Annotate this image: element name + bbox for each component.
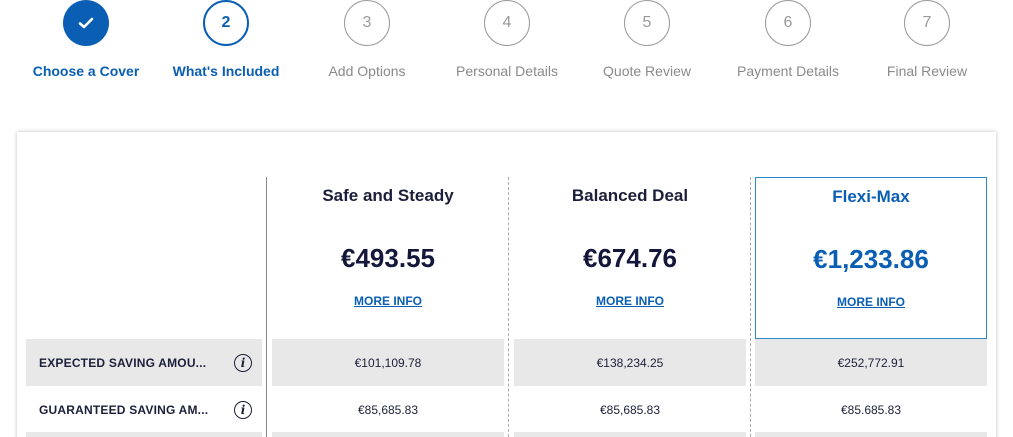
check-icon [63, 0, 109, 46]
plan-comparison-card: Safe and Steady €493.55 MORE INFO Balanc… [17, 132, 996, 437]
table-row-partial [514, 432, 746, 437]
plan-column-safe-and-steady[interactable]: Safe and Steady €493.55 MORE INFO [272, 177, 504, 339]
step-label: Final Review [886, 63, 968, 79]
step-label: Payment Details [737, 63, 839, 79]
plan-name: Flexi-Max [832, 187, 910, 206]
step-label: Personal Details [456, 63, 558, 79]
step-number: 6 [765, 0, 811, 46]
step-label: What's Included [172, 63, 280, 79]
column-divider [750, 177, 751, 437]
step-number: 5 [624, 0, 670, 46]
table-cell: €85,685.83 [599, 402, 661, 417]
step-number: 3 [344, 0, 390, 46]
column-divider [508, 177, 509, 437]
table-cell: €138,234.25 [514, 339, 746, 386]
progress-stepper: Choose a Cover 2 What's Included 3 Add O… [0, 0, 1013, 100]
row-label-text: GUARANTEED SAVING AM... [39, 402, 209, 417]
more-info-link[interactable]: MORE INFO [756, 295, 986, 309]
table-cell: €252,772.91 [755, 339, 987, 386]
table-cell: €85.685.83 [840, 402, 902, 417]
column-divider [266, 177, 267, 437]
table-row-partial [26, 432, 262, 437]
info-icon[interactable]: i [234, 353, 252, 372]
plan-name: Safe and Steady [322, 186, 454, 205]
row-label-expected-saving: EXPECTED SAVING AMOU... i [26, 339, 262, 386]
info-icon[interactable]: i [234, 400, 252, 419]
row-label-text: EXPECTED SAVING AMOU... [39, 355, 207, 370]
step-label: Add Options [328, 63, 406, 79]
table-row-partial [272, 432, 504, 437]
plan-column-flexi-max[interactable]: Flexi-Max €1,233.86 MORE INFO [755, 177, 987, 339]
plan-price: €493.55 [341, 243, 435, 273]
plan-name: Balanced Deal [571, 186, 689, 205]
step-number: 7 [904, 0, 950, 46]
table-cell: €85,685.83 [357, 402, 419, 417]
row-label-guaranteed-saving: GUARANTEED SAVING AM... i [26, 386, 262, 433]
plan-price: €674.76 [583, 243, 677, 273]
more-info-link[interactable]: MORE INFO [272, 294, 504, 308]
table-row-partial [755, 432, 987, 437]
table-cell: €101,109.78 [272, 339, 504, 386]
plan-price: €1,233.86 [813, 244, 929, 274]
step-number: 2 [203, 0, 249, 46]
plan-column-balanced-deal[interactable]: Balanced Deal €674.76 MORE INFO [514, 177, 746, 339]
step-number: 4 [484, 0, 530, 46]
step-label: Choose a Cover [32, 63, 140, 79]
step-label: Quote Review [603, 63, 691, 79]
more-info-link[interactable]: MORE INFO [514, 294, 746, 308]
